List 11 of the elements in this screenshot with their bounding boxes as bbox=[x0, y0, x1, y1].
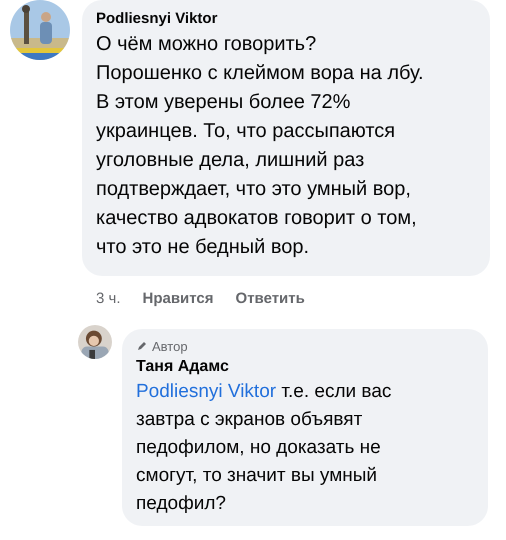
comment-text: Podliesnyi Viktor т.е. если вас завтра с экранов объявят педофилом, но доказать не смогут, то значит вы умный педофил? bbox=[136, 380, 392, 516]
avatar[interactable] bbox=[78, 324, 112, 358]
reply-link[interactable]: Ответить bbox=[236, 288, 305, 310]
author-name[interactable]: Таня Адамс bbox=[136, 356, 476, 378]
pencil-icon bbox=[136, 340, 148, 352]
author-label: Автор bbox=[152, 338, 188, 356]
comment-text: О чём можно говорить? Порошенко с клеймом вора на лбу. В этом уверены более 72% украинцев. То, что рассыпаются уголовные дела, лишний раз подтверждает, что это умный вор, качество адвокатов говорит о том, что это не бедный вор. bbox=[96, 32, 425, 260]
mention-link[interactable]: Podliesnyi Viktor bbox=[136, 381, 276, 402]
author-name[interactable]: Podliesnyi Viktor bbox=[96, 8, 478, 30]
timestamp: 3 ч. bbox=[96, 289, 120, 309]
like-link[interactable]: Нравится bbox=[142, 288, 214, 310]
